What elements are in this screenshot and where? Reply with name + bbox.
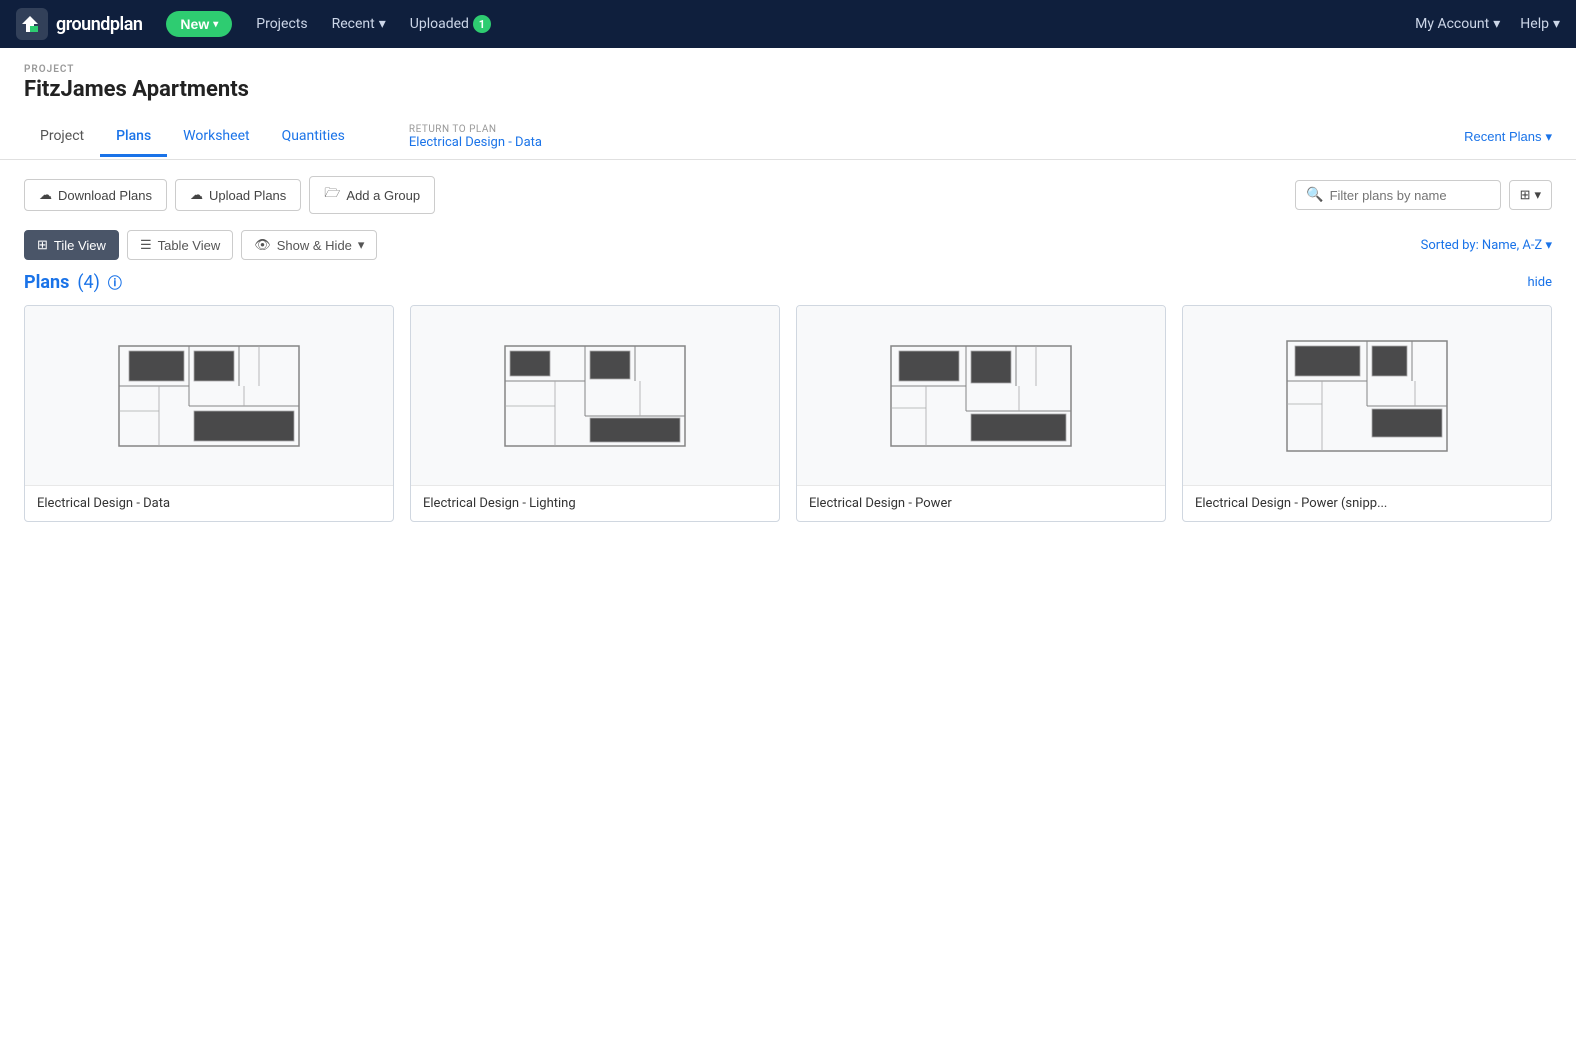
- plan-card-name: Electrical Design - Power: [797, 486, 1165, 521]
- show-hide-caret: ▾: [358, 237, 365, 253]
- tile-view-button[interactable]: ⊞ Tile View: [24, 230, 119, 260]
- nav-uploaded[interactable]: Uploaded 1: [410, 15, 491, 33]
- nav-help[interactable]: Help ▾: [1520, 16, 1560, 32]
- tab-worksheet[interactable]: Worksheet: [167, 118, 265, 157]
- navbar: groundplan New ▾ Projects Recent ▾ Uploa…: [0, 0, 1576, 48]
- floor-plan-svg-3: [871, 326, 1091, 466]
- project-title: FitzJames Apartments: [24, 77, 1552, 102]
- table-view-button[interactable]: ☰ Table View: [127, 230, 233, 260]
- plan-card-name: Electrical Design - Power (snipp...: [1183, 486, 1551, 521]
- new-btn-label: New: [180, 16, 209, 32]
- search-box: 🔍: [1295, 180, 1500, 210]
- logo-icon: [16, 8, 48, 40]
- plans-info-icon[interactable]: ⓘ: [108, 273, 122, 293]
- plan-thumbnail: [1183, 306, 1551, 486]
- toolbar: ☁ Download Plans ☁ Upload Plans 🗁 Add a …: [0, 160, 1576, 230]
- return-to-plan-link[interactable]: Electrical Design - Data: [409, 135, 542, 150]
- plan-thumbnail: [25, 306, 393, 486]
- tab-project[interactable]: Project: [24, 118, 100, 157]
- plan-card-name: Electrical Design - Lighting: [411, 486, 779, 521]
- plans-grid: Electrical Design - Data: [24, 305, 1552, 522]
- main-content: PROJECT FitzJames Apartments Project Pla…: [0, 48, 1576, 1044]
- recent-plans-button[interactable]: Recent Plans ▾: [1464, 129, 1552, 145]
- project-header: PROJECT FitzJames Apartments: [0, 48, 1576, 102]
- add-group-button[interactable]: 🗁 Add a Group: [309, 176, 435, 214]
- tab-quantities[interactable]: Quantities: [266, 118, 361, 157]
- plan-card[interactable]: Electrical Design - Lighting: [410, 305, 780, 522]
- project-label: PROJECT: [24, 64, 1552, 75]
- nav-recent[interactable]: Recent ▾: [332, 16, 386, 32]
- upload-plans-button[interactable]: ☁ Upload Plans: [175, 179, 301, 211]
- plan-thumbnail: [797, 306, 1165, 486]
- plan-card[interactable]: Electrical Design - Data: [24, 305, 394, 522]
- tabs: Project Plans Worksheet Quantities RETUR…: [0, 114, 1576, 160]
- return-to-plan-label: RETURN TO PLAN: [409, 124, 542, 135]
- logo[interactable]: groundplan: [16, 8, 142, 40]
- view-toggle-bar: ⊞ Tile View ☰ Table View 👁 Show & Hide ▾…: [0, 230, 1576, 272]
- floor-plan-svg-2: [485, 326, 705, 466]
- floor-plan-svg-1: [99, 326, 319, 466]
- plans-title: Plans (4) ⓘ: [24, 272, 122, 293]
- tab-plans[interactable]: Plans: [100, 118, 167, 157]
- plan-card[interactable]: Electrical Design - Power (snipp...: [1182, 305, 1552, 522]
- plan-thumbnail: [411, 306, 779, 486]
- filter-button[interactable]: ⊞ ▾: [1509, 180, 1552, 210]
- plan-card[interactable]: Electrical Design - Power: [796, 305, 1166, 522]
- search-input[interactable]: [1330, 188, 1490, 203]
- eye-icon: 👁: [254, 237, 271, 253]
- uploaded-badge: 1: [473, 15, 491, 33]
- download-plans-button[interactable]: ☁ Download Plans: [24, 179, 167, 211]
- tabs-right: Recent Plans ▾: [1464, 129, 1552, 145]
- download-icon: ☁: [39, 187, 52, 203]
- plans-header: Plans (4) ⓘ hide: [24, 272, 1552, 293]
- logo-text: groundplan: [56, 14, 142, 35]
- filter-icon: ⊞: [1520, 187, 1531, 203]
- sorted-by-label[interactable]: Sorted by: Name, A-Z ▾: [1421, 238, 1552, 253]
- nav-my-account[interactable]: My Account ▾: [1415, 16, 1500, 32]
- new-button[interactable]: New ▾: [166, 11, 232, 37]
- tile-icon: ⊞: [37, 237, 48, 253]
- toolbar-right: 🔍 ⊞ ▾: [1295, 180, 1552, 210]
- nav-projects[interactable]: Projects: [256, 16, 307, 32]
- table-icon: ☰: [140, 237, 152, 253]
- nav-right: My Account ▾ Help ▾: [1415, 16, 1560, 32]
- new-btn-caret: ▾: [213, 19, 218, 30]
- plans-section: Plans (4) ⓘ hide: [0, 272, 1576, 522]
- upload-icon: ☁: [190, 187, 203, 203]
- plans-hide-button[interactable]: hide: [1527, 275, 1552, 290]
- floor-plan-svg-4: [1257, 326, 1477, 466]
- plan-card-name: Electrical Design - Data: [25, 486, 393, 521]
- show-hide-button[interactable]: 👁 Show & Hide ▾: [241, 230, 377, 260]
- return-to-plan: RETURN TO PLAN Electrical Design - Data: [385, 114, 542, 160]
- folder-icon: 🗁: [324, 184, 340, 206]
- search-icon: 🔍: [1306, 187, 1323, 203]
